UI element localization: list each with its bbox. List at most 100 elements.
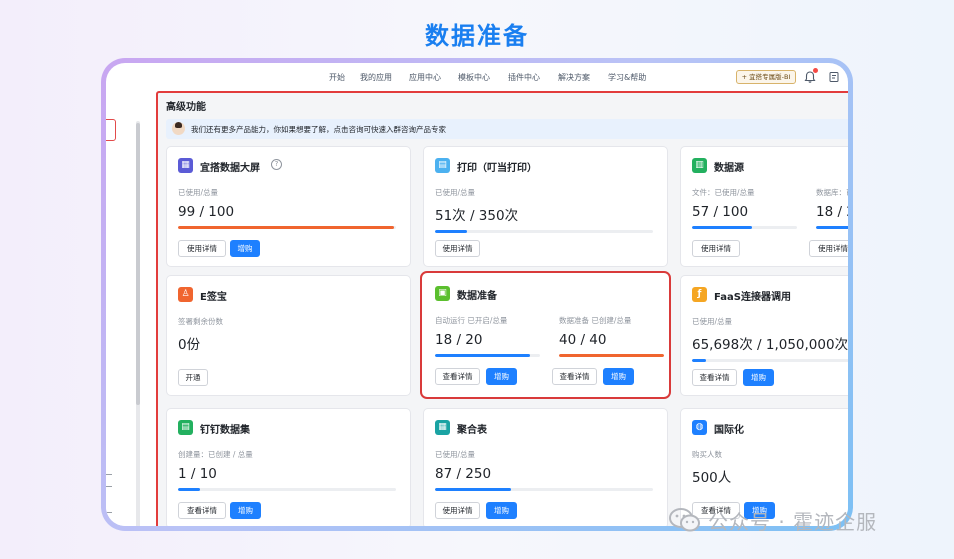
advanced-features-panel: 高级功能 我们还有更多产品能力，你如果想要了解，点击咨询可快速入群咨询产品专家 … [156, 91, 848, 526]
buy-more-button[interactable]: 增购 [230, 502, 261, 519]
feature-card: ▤ 打印（叮当打印） 已使用/总量 51次 / 350次使用详情 [423, 146, 668, 267]
details-button[interactable]: 查看详情 [435, 368, 480, 385]
card-title: 聚合表 [457, 425, 487, 436]
activate-button[interactable]: 开通 [178, 369, 208, 386]
document-icon[interactable] [828, 71, 840, 83]
usage-progress-bar [178, 488, 396, 491]
sidebar-marker [106, 512, 112, 513]
usage-progress-fill [435, 230, 467, 233]
nav-item-solutions[interactable]: 解决方案 [558, 72, 590, 83]
nav-item-start[interactable]: 开始 [329, 72, 345, 83]
sidebar-selected-item[interactable] [106, 119, 116, 141]
usage-metric: 数据库：已使用/总量 18 / 20 [816, 187, 848, 229]
feature-card: ▦ 宜搭数据大屏? 已使用/总量 99 / 100 使用详情 增购 [166, 146, 411, 267]
details-button[interactable]: 使用详情 [435, 502, 480, 519]
card-title: 国际化 [714, 425, 744, 436]
usage-progress-bar [559, 354, 664, 357]
metric-value: 87 / 250 [435, 466, 492, 482]
usage-metric: 购买人数 500人 [692, 449, 848, 486]
details-button[interactable]: 查看详情 [552, 368, 597, 385]
buy-more-button[interactable]: 增购 [486, 502, 517, 519]
usage-progress-bar [178, 226, 396, 229]
details-button[interactable]: 使用详情 [809, 240, 848, 257]
metric-label: 已使用/总量 [435, 450, 476, 459]
metric-label: 数据准备 已创建/总量 [559, 316, 632, 325]
feature-card: ▣ 数据准备 自动运行 已开启/总量 18 / 20 数据准备 已创建/总量 40 / 4… [420, 271, 671, 399]
buy-more-button[interactable]: 增购 [743, 369, 774, 386]
nav-item-my-apps[interactable]: 我的应用 [360, 72, 392, 83]
card-title: 钉钉数据集 [200, 425, 250, 436]
feature-card: ƒ FaaS连接器调用已使用/总量 65,698次 / 1,050,000次 查看详情… [680, 275, 848, 396]
metric-label: 已使用/总量 [692, 317, 733, 326]
help-icon[interactable]: ? [271, 159, 282, 170]
card-title: FaaS连接器调用 [714, 292, 791, 303]
metric-label: 已使用/总量 [178, 188, 219, 197]
usage-metric: 文件：已使用/总量 57 / 100 [692, 187, 797, 229]
details-button[interactable]: 查看详情 [178, 502, 226, 519]
screenshot-frame: 开始 我的应用 应用中心 模板中心 插件中心 解决方案 学习&帮助 + 宜搭专属… [101, 58, 853, 531]
feature-card: ▤ 钉钉数据集创建量：已创建 / 总量 1 / 10 查看详情 增购 [166, 408, 411, 526]
usage-progress-bar [692, 226, 797, 229]
metric-value: 65,698次 / 1,050,000次 [692, 337, 848, 353]
usage-progress-fill [178, 226, 394, 229]
nav-item-app-center[interactable]: 应用中心 [409, 72, 441, 83]
watermark-text: 公众号 · 霍迹企服 [708, 510, 878, 534]
card-title: 打印（叮当打印） [457, 163, 537, 174]
feature-card: ▦ 聚合表已使用/总量 87 / 250 使用详情 增购 [423, 408, 668, 526]
usage-progress-fill [692, 359, 706, 362]
metric-value: 99 / 100 [178, 204, 235, 220]
metric-value: 1 / 10 [178, 466, 217, 482]
usage-metric: 已使用/总量 65,698次 / 1,050,000次 [692, 316, 848, 362]
metric-value: 18 / 20 [816, 204, 848, 220]
usage-metric: 已使用/总量 87 / 250 [435, 449, 653, 491]
panel-title: 高级功能 [166, 102, 206, 113]
usage-metric: 签署剩余份数 0份 [178, 316, 396, 353]
feature-card: ♙ E签宝签署剩余份数 0份开通 [166, 275, 411, 396]
details-button[interactable]: 查看详情 [692, 369, 737, 386]
sidebar-scrollbar-thumb[interactable] [136, 123, 140, 405]
faas-icon: ƒ [692, 287, 707, 302]
metric-value: 500人 [692, 470, 732, 486]
feature-card: ▥ 数据源文件：已使用/总量 57 / 100 数据库：已使用/总量 18 / 20 使用… [680, 146, 848, 267]
usage-progress-fill [435, 354, 530, 357]
metric-label: 自动运行 已开启/总量 [435, 316, 508, 325]
usage-metric: 已使用/总量 51次 / 350次 [435, 187, 653, 233]
metric-label: 文件：已使用/总量 [692, 188, 755, 197]
printer-icon: ▤ [435, 158, 450, 173]
details-button[interactable]: 使用详情 [692, 240, 740, 257]
usage-progress-bar [435, 354, 540, 357]
details-button[interactable]: 使用详情 [178, 240, 226, 257]
page-heading: 数据准备 [425, 22, 529, 50]
dingtalk-dataset-icon: ▤ [178, 420, 193, 435]
nav-item-plugin-center[interactable]: 插件中心 [508, 72, 540, 83]
wechat-logo [669, 508, 700, 532]
top-nav: 开始 我的应用 应用中心 模板中心 插件中心 解决方案 学习&帮助 + 宜搭专属… [106, 63, 848, 91]
sidebar-marker [106, 486, 112, 487]
sidebar [106, 91, 154, 526]
nav-item-learn-help[interactable]: 学习&帮助 [608, 72, 646, 83]
card-title: 数据准备 [457, 291, 497, 302]
buy-more-button[interactable]: 增购 [230, 240, 260, 257]
aggregate-table-icon: ▦ [435, 420, 450, 435]
buy-more-button[interactable]: 增购 [603, 368, 634, 385]
details-button[interactable]: 使用详情 [435, 240, 480, 257]
nav-item-template-center[interactable]: 模板中心 [458, 72, 490, 83]
metric-label: 创建量：已创建 / 总量 [178, 450, 253, 459]
usage-metric: 自动运行 已开启/总量 18 / 20 [435, 315, 540, 357]
screen-chart-icon: ▦ [178, 158, 193, 173]
card-title: 数据源 [714, 163, 744, 174]
usage-metric: 创建量：已创建 / 总量 1 / 10 [178, 449, 396, 491]
buy-more-button[interactable]: 增购 [486, 368, 517, 385]
usage-progress-fill [559, 354, 664, 357]
notification-dot [813, 68, 818, 73]
usage-metric: 已使用/总量 99 / 100 [178, 187, 396, 229]
e-sign-icon: ♙ [178, 287, 193, 302]
app-window: 开始 我的应用 应用中心 模板中心 插件中心 解决方案 学习&帮助 + 宜搭专属… [106, 63, 848, 526]
metric-label: 购买人数 [692, 450, 722, 459]
upgrade-button[interactable]: + 宜搭专属版-BI [736, 70, 796, 84]
usage-progress-bar [435, 230, 653, 233]
usage-progress-fill [816, 226, 848, 229]
card-title: E签宝 [200, 292, 227, 303]
consult-notice[interactable]: 我们还有更多产品能力，你如果想要了解，点击咨询可快速入群咨询产品专家 [166, 119, 848, 139]
usage-metric: 数据准备 已创建/总量 40 / 40 [559, 315, 664, 357]
